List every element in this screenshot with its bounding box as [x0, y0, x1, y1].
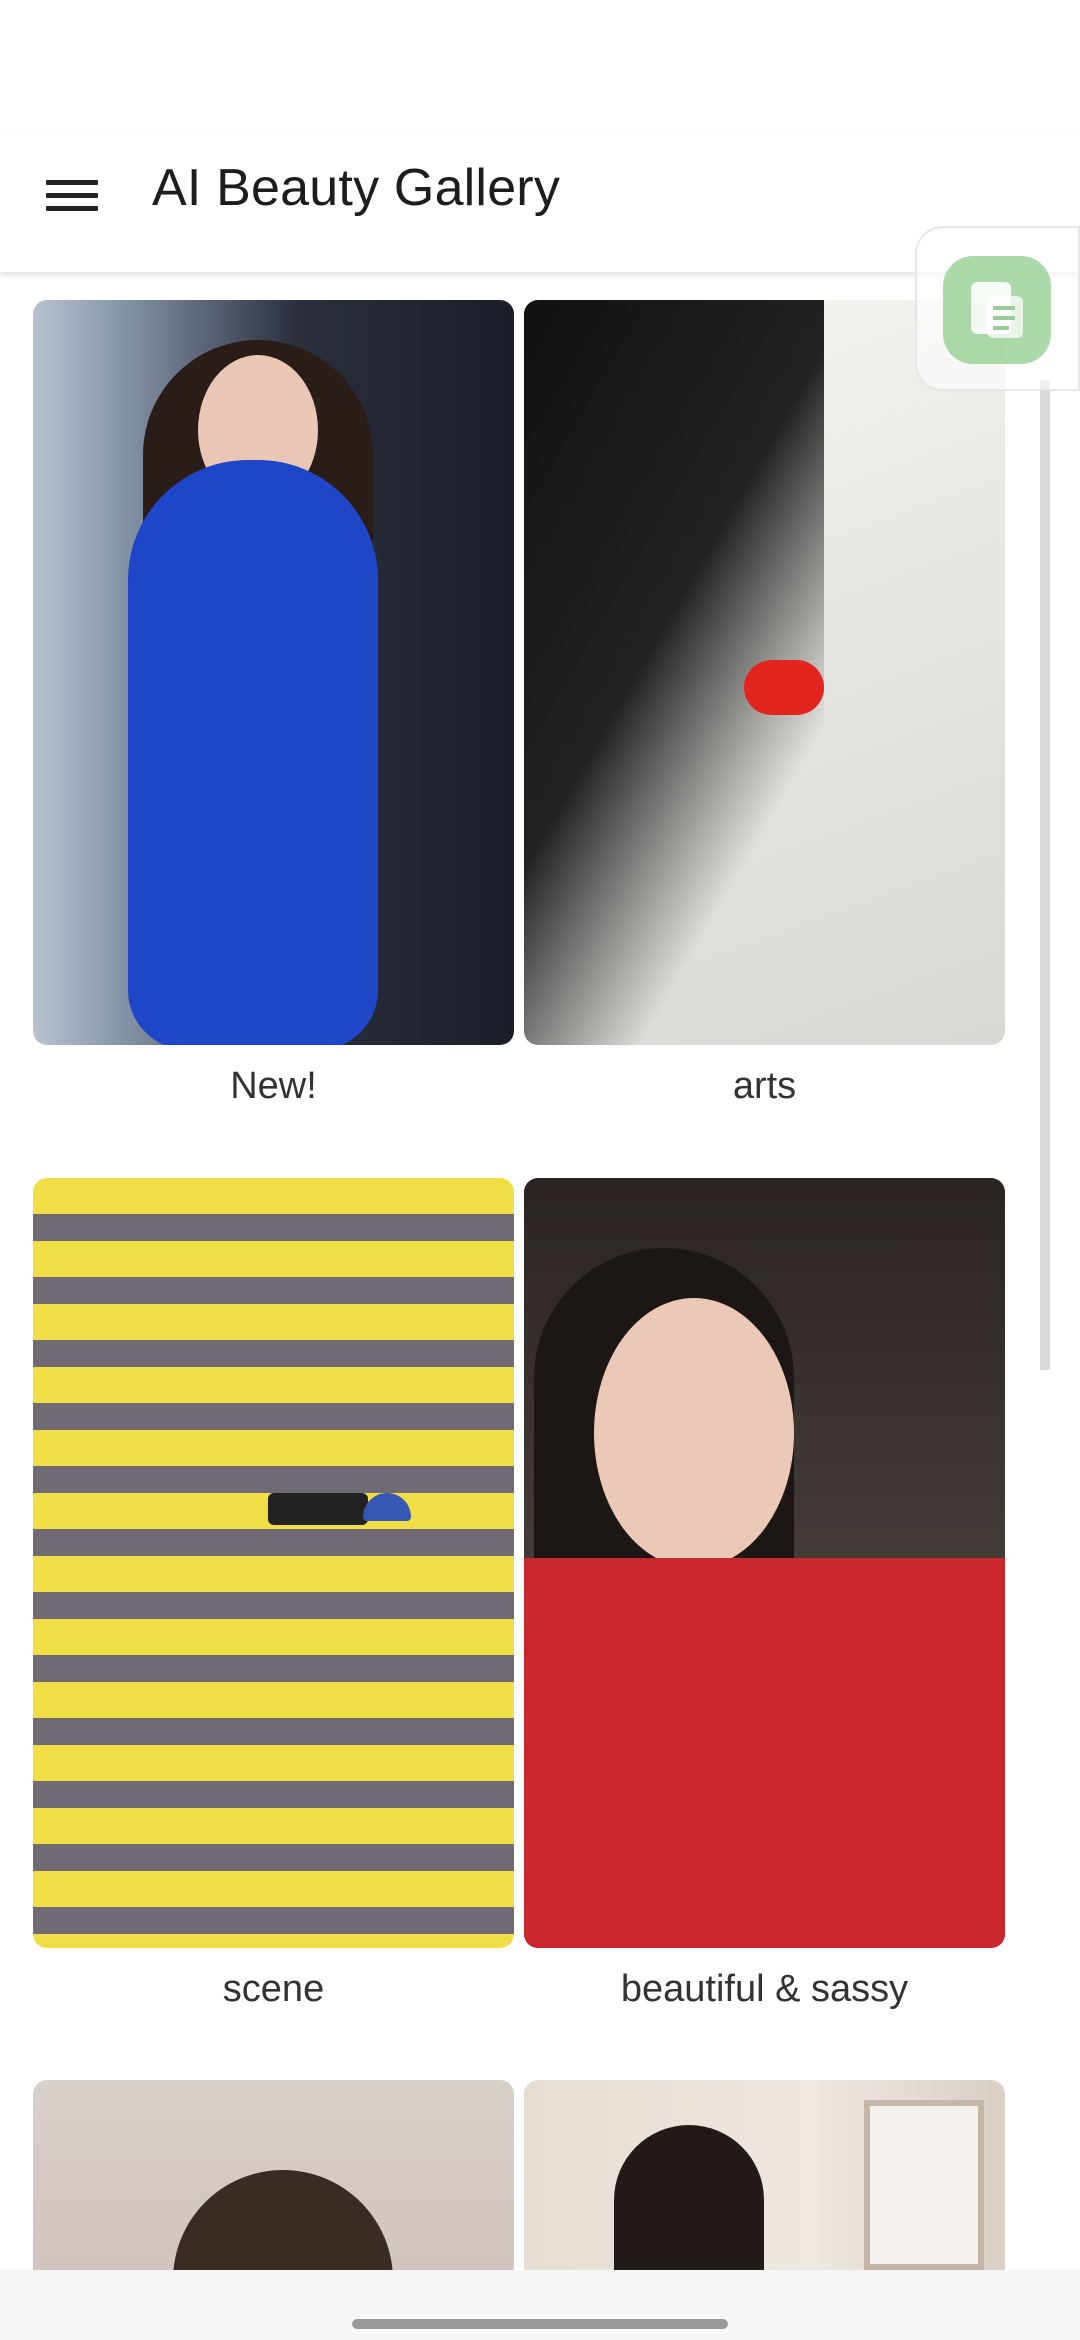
gallery-image[interactable] [33, 300, 514, 1045]
gallery-caption: New! [230, 1065, 317, 1107]
gallery-image[interactable] [524, 300, 1005, 1045]
gallery-grid: New! arts scene beautiful & sassy [0, 272, 1080, 2270]
gallery-card-beautiful-sassy[interactable]: beautiful & sassy [524, 1178, 1005, 2011]
gallery-card[interactable] [524, 2080, 1005, 2270]
navigation-bar [0, 2270, 1080, 2340]
app-title: AI Beauty Gallery [152, 159, 561, 217]
gallery-image[interactable] [524, 1178, 1005, 1948]
gallery-image[interactable] [33, 1178, 514, 1948]
gallery-image[interactable] [524, 2080, 1005, 2270]
gallery-card-arts[interactable]: arts [524, 300, 1005, 1108]
gallery-caption: scene [222, 1968, 325, 2010]
status-bar [0, 0, 1080, 130]
gallery-card[interactable] [33, 2080, 514, 2270]
gallery-caption: arts [732, 1065, 797, 1107]
gallery-image[interactable] [33, 2080, 514, 2270]
gallery-caption: beautiful & sassy [620, 1968, 909, 2010]
gallery-card-scene[interactable]: scene [33, 1178, 514, 2011]
document-icon [943, 256, 1051, 364]
hamburger-menu-icon[interactable] [40, 164, 104, 228]
home-indicator[interactable] [352, 2319, 728, 2329]
floating-widget[interactable] [915, 226, 1080, 391]
gallery-card-new[interactable]: New! [33, 300, 514, 1108]
